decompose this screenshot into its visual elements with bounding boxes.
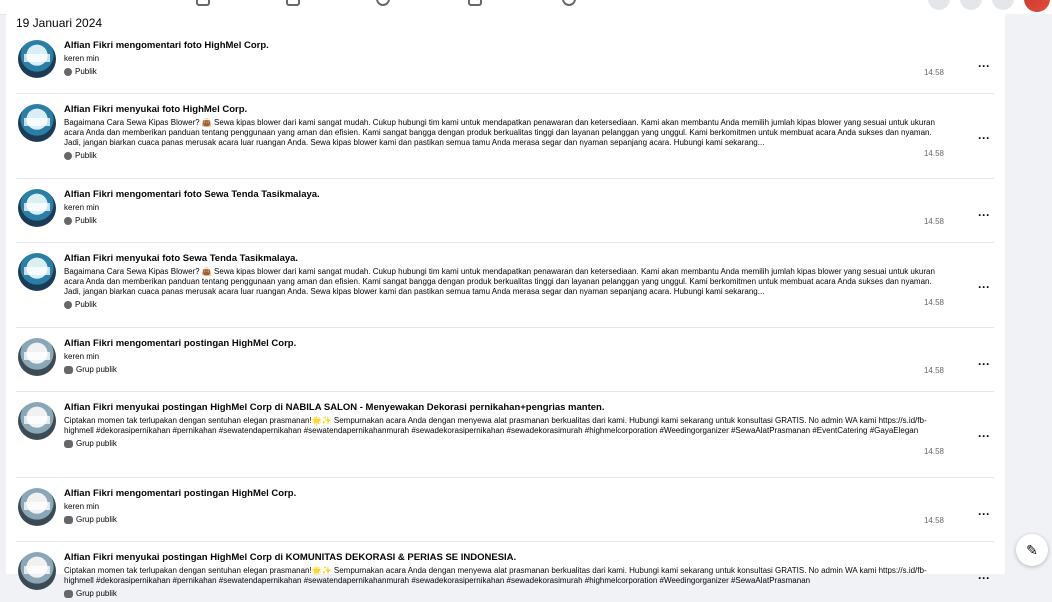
activity-title[interactable]: Alfian Fikri menyukai foto HighMel Corp. (64, 104, 944, 116)
activity-content: Alfian Fikri menyukai postingan HighMel … (64, 552, 944, 598)
messenger-icon[interactable] (960, 0, 982, 10)
notifications-icon[interactable] (992, 0, 1014, 10)
more-options-button[interactable]: ··· (974, 430, 994, 446)
activity-title[interactable]: Alfian Fikri mengomentari postingan High… (64, 338, 944, 350)
compose-icon: ✎ (1026, 541, 1038, 558)
activity-content: Alfian Fikri menyukai postingan HighMel … (64, 402, 944, 448)
more-options-button[interactable]: ··· (974, 60, 994, 76)
globe-icon (64, 300, 72, 309)
audience-label: Publik (75, 216, 97, 225)
audience-label: Grup publik (76, 365, 117, 374)
compose-message-button[interactable]: ✎ (1016, 534, 1048, 566)
activity-time: 14.58 (923, 68, 944, 77)
activity-title[interactable]: Alfian Fikri menyukai foto Sewa Tenda Ta… (64, 253, 944, 265)
audience-indicator: Grup publik (64, 365, 944, 374)
scrollbar-track[interactable] (1005, 14, 1052, 574)
activity-text: keren min (64, 54, 100, 63)
activity-thumbnail[interactable] (18, 253, 56, 291)
activity-title[interactable]: Alfian Fikri menyukai postingan HighMel … (64, 402, 944, 414)
groups-nav-icon[interactable] (468, 0, 482, 6)
audience-indicator: Publik (64, 300, 944, 309)
activity-thumbnail[interactable] (18, 189, 56, 227)
audience-label: Publik (75, 300, 97, 309)
activity-text: keren min (64, 203, 100, 212)
group-icon (64, 515, 73, 524)
activity-item[interactable]: Alfian Fikri menyukai foto HighMel Corp.… (16, 94, 994, 179)
activity-time: 14.58 (923, 447, 944, 456)
menu-icon[interactable] (928, 0, 950, 10)
activity-text: Bagaimana Cara Sewa Kipas Blower? 👜 Sewa… (64, 118, 935, 147)
activity-feed: Alfian Fikri mengomentari foto HighMel C… (6, 30, 1006, 602)
activity-item[interactable]: Alfian Fikri mengomentari postingan High… (16, 328, 994, 392)
activity-thumbnail[interactable] (18, 338, 56, 376)
audience-indicator: Publik (64, 216, 944, 225)
activity-item[interactable]: Alfian Fikri menyukai postingan HighMel … (16, 392, 994, 478)
marketplace-nav-icon[interactable] (376, 0, 390, 6)
activity-text: Ciptakan momen tak terlupakan dengan sen… (64, 566, 927, 585)
globe-icon (64, 151, 72, 160)
group-icon (64, 365, 73, 374)
more-options-button[interactable]: ··· (974, 132, 994, 148)
more-options-button[interactable]: ··· (974, 508, 994, 524)
more-options-button[interactable]: ··· (974, 281, 994, 297)
more-options-button[interactable]: ··· (974, 358, 994, 374)
video-nav-icon[interactable] (286, 0, 300, 6)
activity-content: Alfian Fikri menyukai foto Sewa Tenda Ta… (64, 253, 944, 309)
activity-thumbnail[interactable] (18, 40, 56, 78)
activity-time: 14.58 (923, 149, 944, 158)
activity-content: Alfian Fikri mengomentari foto HighMel C… (64, 40, 944, 76)
audience-label: Grup publik (76, 589, 117, 598)
audience-indicator: Grup publik (64, 589, 944, 598)
activity-content: Alfian Fikri mengomentari postingan High… (64, 338, 944, 374)
activity-text: keren min (64, 502, 100, 511)
audience-label: Publik (75, 67, 97, 76)
activity-thumbnail[interactable] (18, 402, 56, 440)
more-options-button[interactable]: ··· (974, 572, 994, 588)
gaming-nav-icon[interactable] (562, 0, 576, 6)
audience-indicator: Publik (64, 151, 944, 160)
group-icon (64, 589, 73, 598)
activity-title[interactable]: Alfian Fikri mengomentari postingan High… (64, 488, 944, 500)
activity-title[interactable]: Alfian Fikri menyukai postingan HighMel … (64, 552, 944, 564)
activity-item[interactable]: Alfian Fikri menyukai foto Sewa Tenda Ta… (16, 243, 994, 328)
activity-time: 14.58 (923, 516, 944, 525)
activity-time: 14.58 (923, 217, 944, 226)
account-avatar[interactable] (1024, 0, 1050, 12)
activity-item[interactable]: Alfian Fikri mengomentari foto HighMel C… (16, 30, 994, 94)
activity-thumbnail[interactable] (18, 552, 56, 590)
activity-title[interactable]: Alfian Fikri mengomentari foto HighMel C… (64, 40, 944, 52)
activity-text: keren min (64, 352, 100, 361)
date-heading: 19 Januari 2024 (16, 16, 103, 30)
top-navigation-bar (0, 0, 1052, 15)
audience-indicator: Grup publik (64, 515, 944, 524)
audience-indicator: Publik (64, 67, 944, 76)
activity-content: Alfian Fikri menyukai foto HighMel Corp.… (64, 104, 944, 160)
audience-label: Publik (75, 151, 97, 160)
globe-icon (64, 67, 72, 76)
audience-indicator: Grup publik (64, 439, 944, 448)
activity-time: 14.58 (923, 298, 944, 307)
group-icon (64, 439, 73, 448)
activity-item[interactable]: Alfian Fikri mengomentari foto Sewa Tend… (16, 179, 994, 243)
activity-item[interactable]: Alfian Fikri mengomentari postingan High… (16, 478, 994, 542)
activity-text: Ciptakan momen tak terlupakan dengan sen… (64, 416, 927, 435)
audience-label: Grup publik (76, 515, 117, 524)
activity-content: Alfian Fikri mengomentari postingan High… (64, 488, 944, 524)
more-options-button[interactable]: ··· (974, 209, 994, 225)
audience-label: Grup publik (76, 439, 117, 448)
activity-thumbnail[interactable] (18, 104, 56, 142)
home-nav-icon[interactable] (196, 0, 210, 6)
activity-content: Alfian Fikri mengomentari foto Sewa Tend… (64, 189, 944, 225)
activity-item[interactable]: Alfian Fikri menyukai postingan HighMel … (16, 542, 994, 602)
globe-icon (64, 216, 72, 225)
activity-thumbnail[interactable] (18, 488, 56, 526)
activity-text: Bagaimana Cara Sewa Kipas Blower? 👜 Sewa… (64, 267, 935, 296)
activity-time: 14.58 (923, 366, 944, 375)
activity-title[interactable]: Alfian Fikri mengomentari foto Sewa Tend… (64, 189, 944, 201)
